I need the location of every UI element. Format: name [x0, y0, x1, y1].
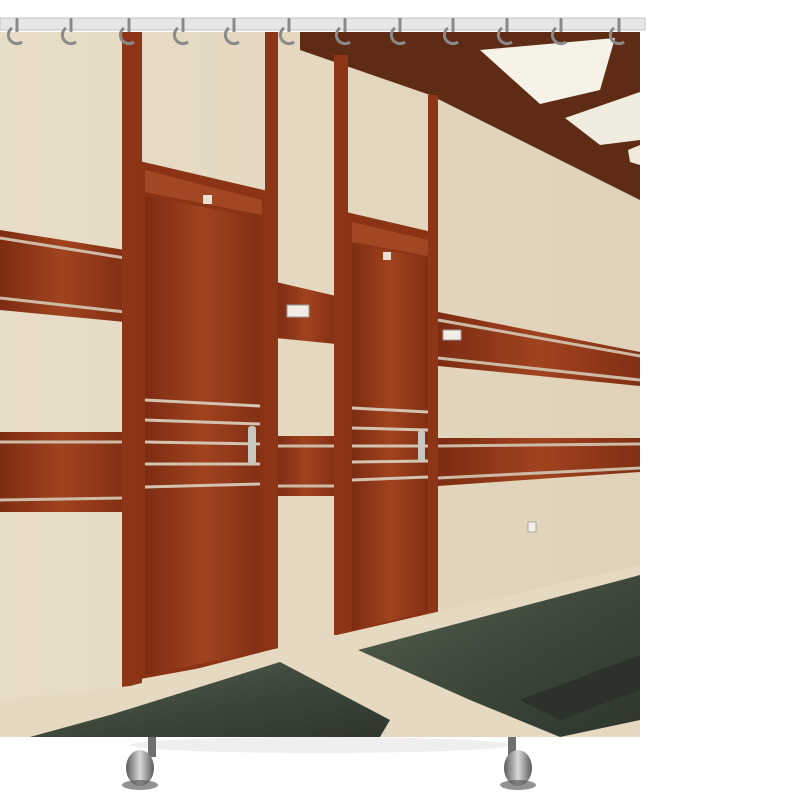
- wood-pillar-middle: [265, 32, 278, 654]
- curtain-rod: [0, 17, 646, 31]
- door-2-sign: [383, 252, 391, 260]
- wall-outlet: [527, 521, 537, 533]
- tub-shadow: [130, 737, 510, 753]
- door-1: [145, 196, 260, 675]
- wood-pillar-middle-2: [334, 55, 348, 635]
- door-1-sign: [203, 195, 212, 204]
- wood-pillar-right: [428, 95, 438, 615]
- door-2-handle: [418, 430, 425, 462]
- door-2: [352, 244, 428, 630]
- door-1-handle: [248, 426, 256, 464]
- wall-plaque-1: [286, 304, 310, 318]
- curtain-fabric: [0, 32, 640, 737]
- shower-curtain-photo: [0, 17, 646, 790]
- wall-plaque-2: [442, 329, 462, 341]
